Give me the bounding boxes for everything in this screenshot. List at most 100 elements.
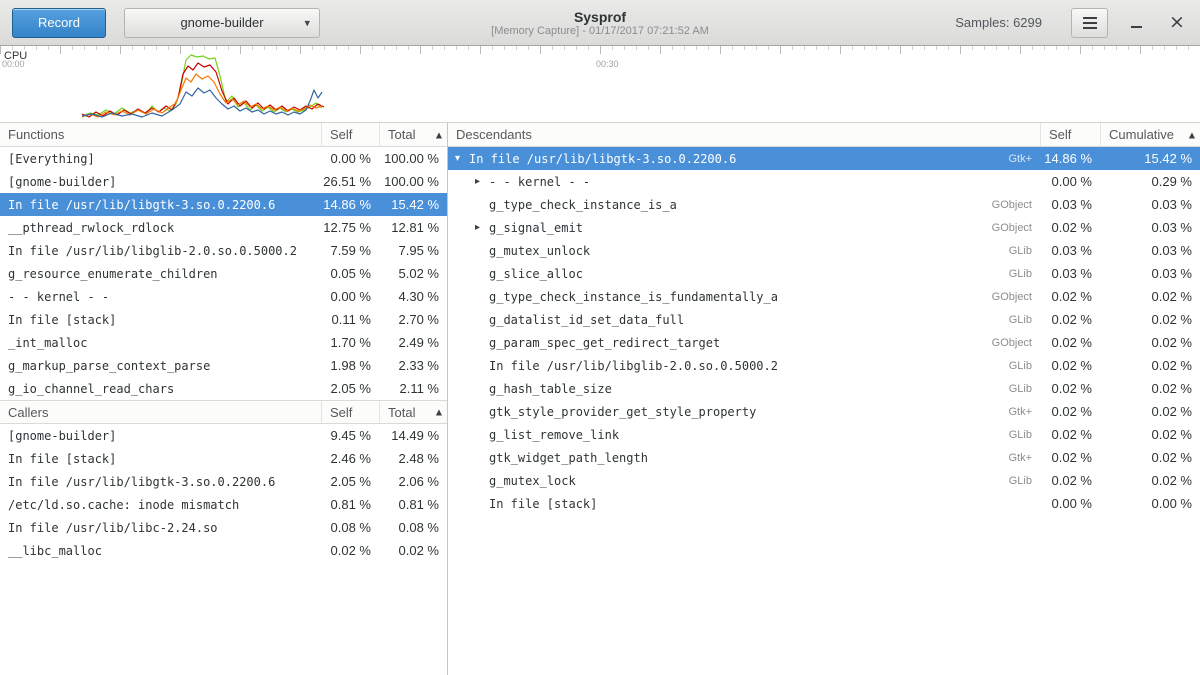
table-row[interactable]: In file [stack] 2.46 % 2.48 % xyxy=(0,447,447,470)
cumulative-percent: 0.29 % xyxy=(1100,174,1200,189)
expander-icon[interactable]: ▸ xyxy=(475,177,489,187)
sort-descending-icon: ▲ xyxy=(436,130,442,139)
function-name: g_param_spec_get_redirect_target xyxy=(489,336,720,350)
self-percent: 14.86 % xyxy=(321,197,379,212)
cpu-timeline-graph[interactable]: CPU 00:00 00:30 xyxy=(0,46,1200,123)
self-percent: 0.02 % xyxy=(1040,358,1100,373)
self-percent: 2.05 % xyxy=(321,381,379,396)
sort-descending-icon: ▲ xyxy=(1189,130,1195,139)
function-name: In file [stack] xyxy=(8,452,116,466)
cumulative-percent: 0.02 % xyxy=(1100,381,1200,396)
column-header-self[interactable]: Self xyxy=(321,401,379,423)
cumulative-percent: 0.03 % xyxy=(1100,266,1200,281)
cumulative-percent: 0.02 % xyxy=(1100,312,1200,327)
table-row[interactable]: ▾ In file /usr/lib/libgtk-3.so.0.2200.6 … xyxy=(448,147,1200,170)
table-row[interactable]: g_list_remove_link GLib 0.02 % 0.02 % xyxy=(448,423,1200,446)
table-row[interactable]: In file /usr/lib/libgtk-3.so.0.2200.6 14… xyxy=(0,193,447,216)
function-name: g_markup_parse_context_parse xyxy=(8,359,210,373)
function-name: g_type_check_instance_is_fundamentally_a xyxy=(489,290,778,304)
table-row[interactable]: __pthread_rwlock_rdlock 12.75 % 12.81 % xyxy=(0,216,447,239)
table-row[interactable]: g_param_spec_get_redirect_target GObject… xyxy=(448,331,1200,354)
column-header-cumulative-label: Cumulative xyxy=(1109,127,1174,142)
table-row[interactable]: [Everything] 0.00 % 100.00 % xyxy=(0,147,447,170)
table-row[interactable]: g_slice_alloc GLib 0.03 % 0.03 % xyxy=(448,262,1200,285)
hamburger-icon xyxy=(1083,17,1097,29)
table-row[interactable]: g_io_channel_read_chars 2.05 % 2.11 % xyxy=(0,377,447,400)
cpu-series-cpu1-red xyxy=(82,63,324,117)
category-label: GLib xyxy=(1009,314,1040,326)
menu-button[interactable] xyxy=(1071,8,1108,38)
self-percent: 2.46 % xyxy=(321,451,379,466)
table-row[interactable]: g_mutex_lock GLib 0.02 % 0.02 % xyxy=(448,469,1200,492)
function-name: g_io_channel_read_chars xyxy=(8,382,174,396)
self-percent: 0.02 % xyxy=(1040,220,1100,235)
function-name: [gnome-builder] xyxy=(8,429,116,443)
table-row[interactable]: [gnome-builder] 9.45 % 14.49 % xyxy=(0,424,447,447)
self-percent: 1.98 % xyxy=(321,358,379,373)
left-pane: Functions Self Total ▲ [Everything] 0.00… xyxy=(0,123,448,675)
column-header-functions[interactable]: Functions xyxy=(0,123,321,146)
function-name: In file /usr/lib/libgtk-3.so.0.2200.6 xyxy=(8,475,275,489)
total-percent: 14.49 % xyxy=(379,428,447,443)
self-percent: 0.00 % xyxy=(321,289,379,304)
table-row[interactable]: __libc_malloc 0.02 % 0.02 % xyxy=(0,539,447,562)
table-row[interactable]: [gnome-builder] 26.51 % 100.00 % xyxy=(0,170,447,193)
self-percent: 1.70 % xyxy=(321,335,379,350)
table-row[interactable]: ▸ g_signal_emit GObject 0.02 % 0.03 % xyxy=(448,216,1200,239)
close-button[interactable]: × xyxy=(1164,10,1190,36)
function-name: In file [stack] xyxy=(8,313,116,327)
self-percent: 0.02 % xyxy=(1040,404,1100,419)
expander-icon[interactable]: ▸ xyxy=(475,223,489,233)
table-row[interactable]: g_mutex_unlock GLib 0.03 % 0.03 % xyxy=(448,239,1200,262)
column-header-cumulative[interactable]: Cumulative ▲ xyxy=(1100,123,1200,146)
cumulative-percent: 0.02 % xyxy=(1100,358,1200,373)
table-row[interactable]: In file /usr/lib/libglib-2.0.so.0.5000.2… xyxy=(0,239,447,262)
content-panes: Functions Self Total ▲ [Everything] 0.00… xyxy=(0,123,1200,675)
self-percent: 0.02 % xyxy=(1040,427,1100,442)
table-row[interactable]: _int_malloc 1.70 % 2.49 % xyxy=(0,331,447,354)
total-percent: 2.33 % xyxy=(379,358,447,373)
record-button[interactable]: Record xyxy=(12,8,106,38)
process-selector-dropdown[interactable]: gnome-builder ▾ xyxy=(124,8,320,38)
category-label: GObject xyxy=(992,291,1040,303)
column-header-self[interactable]: Self xyxy=(321,123,379,146)
table-row[interactable]: In file /usr/lib/libgtk-3.so.0.2200.6 2.… xyxy=(0,470,447,493)
column-header-callers[interactable]: Callers xyxy=(0,401,321,423)
column-header-total[interactable]: Total ▲ xyxy=(379,401,447,423)
total-percent: 0.02 % xyxy=(379,543,447,558)
table-row[interactable]: g_resource_enumerate_children 0.05 % 5.0… xyxy=(0,262,447,285)
self-percent: 0.02 % xyxy=(1040,473,1100,488)
cpu-series-cpu0-green xyxy=(82,55,322,116)
self-percent: 14.86 % xyxy=(1040,151,1100,166)
self-percent: 0.08 % xyxy=(321,520,379,535)
function-name: g_type_check_instance_is_a xyxy=(489,198,677,212)
cumulative-percent: 0.02 % xyxy=(1100,473,1200,488)
table-row[interactable]: In file /usr/lib/libglib-2.0.so.0.5000.2… xyxy=(448,354,1200,377)
function-name: g_list_remove_link xyxy=(489,428,619,442)
minimize-button[interactable] xyxy=(1123,10,1149,36)
total-percent: 100.00 % xyxy=(379,174,447,189)
column-header-total[interactable]: Total ▲ xyxy=(379,123,447,146)
table-row[interactable]: gtk_widget_path_length Gtk+ 0.02 % 0.02 … xyxy=(448,446,1200,469)
column-header-descendants[interactable]: Descendants xyxy=(448,123,1040,146)
column-header-self[interactable]: Self xyxy=(1040,123,1100,146)
table-row[interactable]: In file [stack] 0.00 % 0.00 % xyxy=(448,492,1200,515)
table-row[interactable]: - - kernel - - 0.00 % 4.30 % xyxy=(0,285,447,308)
table-row[interactable]: gtk_style_provider_get_style_property Gt… xyxy=(448,400,1200,423)
table-row[interactable]: g_markup_parse_context_parse 1.98 % 2.33… xyxy=(0,354,447,377)
function-name: - - kernel - - xyxy=(489,175,590,189)
table-row[interactable]: g_type_check_instance_is_a GObject 0.03 … xyxy=(448,193,1200,216)
table-row[interactable]: In file /usr/lib/libc-2.24.so 0.08 % 0.0… xyxy=(0,516,447,539)
cumulative-percent: 0.02 % xyxy=(1100,335,1200,350)
table-row[interactable]: g_datalist_id_set_data_full GLib 0.02 % … xyxy=(448,308,1200,331)
table-row[interactable]: ▸ - - kernel - - 0.00 % 0.29 % xyxy=(448,170,1200,193)
self-percent: 7.59 % xyxy=(321,243,379,258)
close-icon: × xyxy=(1169,13,1185,32)
table-row[interactable]: g_hash_table_size GLib 0.02 % 0.02 % xyxy=(448,377,1200,400)
table-row[interactable]: g_type_check_instance_is_fundamentally_a… xyxy=(448,285,1200,308)
table-row[interactable]: /etc/ld.so.cache: inode mismatch 0.81 % … xyxy=(0,493,447,516)
expander-icon[interactable]: ▾ xyxy=(455,154,469,164)
table-row[interactable]: In file [stack] 0.11 % 2.70 % xyxy=(0,308,447,331)
self-percent: 0.02 % xyxy=(1040,335,1100,350)
cumulative-percent: 0.02 % xyxy=(1100,404,1200,419)
